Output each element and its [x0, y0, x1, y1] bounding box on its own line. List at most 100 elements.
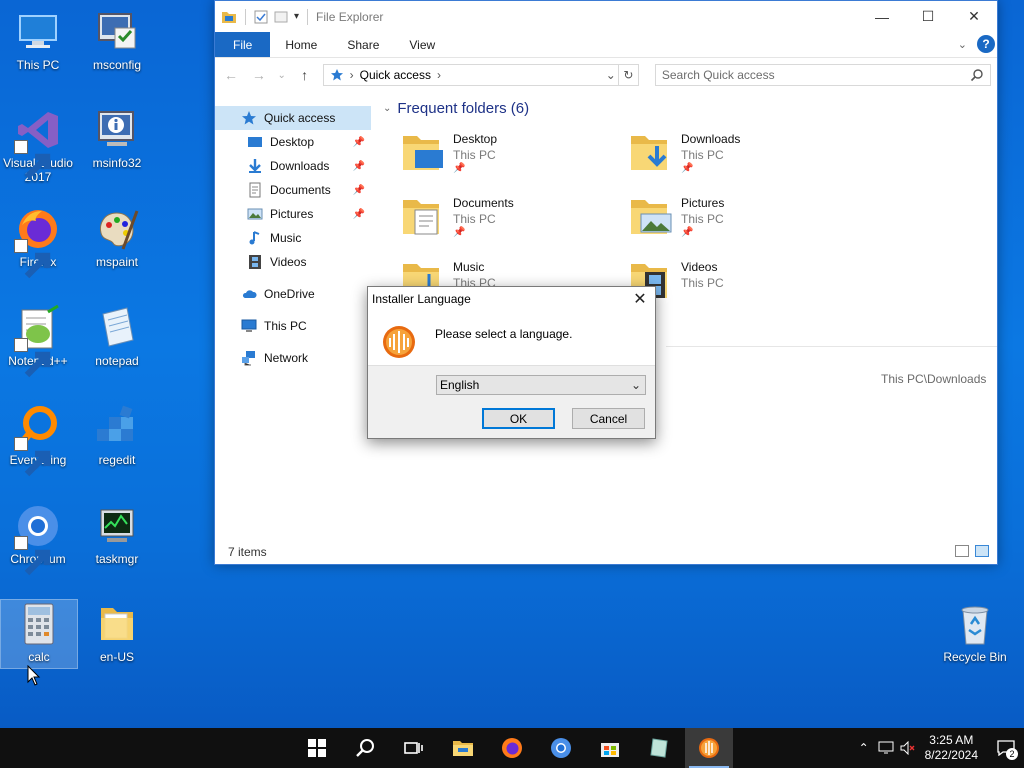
details-view-icon[interactable]: [955, 545, 969, 557]
search-input[interactable]: Search Quick access: [662, 68, 775, 82]
tab-view[interactable]: View: [394, 32, 450, 57]
desktop-icon-regedit[interactable]: regedit: [79, 403, 155, 467]
nav-item-this-pc[interactable]: This PC: [215, 314, 371, 338]
folder-item-pictures[interactable]: Pictures This PC 📌: [629, 194, 849, 250]
desktop-icon-en-us[interactable]: en-US: [79, 600, 155, 664]
ok-button[interactable]: OK: [482, 408, 555, 429]
paint-palette-icon: [93, 205, 141, 253]
app-window-icon: [650, 738, 668, 758]
back-arrow-icon[interactable]: ←: [221, 67, 241, 83]
section-title: Frequent folders (6): [397, 100, 530, 117]
nav-item-pictures[interactable]: Pictures 📌: [215, 202, 371, 226]
address-bar[interactable]: › Quick access › ⌄ ↻: [322, 64, 639, 86]
large-icons-view-icon[interactable]: [975, 545, 989, 557]
desktop-icon-taskmgr[interactable]: taskmgr: [79, 502, 155, 566]
nav-item-onedrive[interactable]: OneDrive: [215, 282, 371, 306]
search-box[interactable]: Search Quick access: [654, 64, 991, 86]
close-button[interactable]: ✕: [951, 1, 997, 32]
tab-file[interactable]: File: [215, 32, 271, 57]
task-view-button[interactable]: [389, 728, 437, 768]
installer-language-dialog[interactable]: Installer Language ✕ Please select a lan…: [367, 286, 656, 439]
up-arrow-icon[interactable]: ↑: [295, 67, 315, 83]
refresh-icon[interactable]: ↻: [617, 65, 638, 85]
section-header[interactable]: ⌄ Frequent folders (6): [383, 100, 997, 117]
cancel-button[interactable]: Cancel: [572, 408, 645, 429]
tab-home[interactable]: Home: [270, 32, 332, 57]
file-explorer-window[interactable]: ▾ File Explorer — ☐ ✕ File Home Share Vi…: [214, 0, 998, 565]
folder-item-documents[interactable]: Documents This PC 📌: [401, 194, 621, 250]
collapse-chevron-icon[interactable]: ⌄: [383, 103, 391, 114]
forward-arrow-icon[interactable]: →: [249, 67, 269, 83]
nav-item-network[interactable]: Network: [215, 346, 371, 370]
desktop-icon-chromium[interactable]: Chromium: [0, 502, 76, 576]
recent-file-path[interactable]: This PC\Downloads: [881, 372, 986, 386]
installer-logo-icon: [383, 326, 415, 358]
address-dropdown-icon[interactable]: ⌄: [606, 68, 616, 82]
shortcut-arrow-icon: [14, 338, 51, 378]
desktop-icon-calc[interactable]: calc: [0, 599, 78, 669]
dialog-title-bar[interactable]: Installer Language ✕: [368, 287, 655, 311]
desktop-icon-notepad[interactable]: notepad: [79, 304, 155, 368]
shortcut-arrow-icon: [14, 239, 51, 279]
nav-item-documents[interactable]: Documents 📌: [215, 178, 371, 202]
action-center-button[interactable]: 2: [988, 728, 1024, 768]
properties-icon[interactable]: [254, 10, 268, 24]
network-status-icon[interactable]: [875, 728, 897, 768]
breadcrumb-chevron-icon[interactable]: ›: [350, 68, 354, 82]
tab-share[interactable]: Share: [332, 32, 394, 57]
taskbar-installer[interactable]: [685, 728, 733, 768]
desktop-icon-mspaint[interactable]: mspaint: [79, 205, 155, 269]
taskbar-clock[interactable]: 3:25 AM 8/22/2024: [925, 733, 978, 763]
pin-icon[interactable]: 📌: [353, 185, 365, 196]
desktop-icon-notepadpp[interactable]: Notepad++: [0, 304, 76, 378]
dialog-close-button[interactable]: ✕: [625, 287, 655, 311]
desktop-icon-visual-studio[interactable]: Visual Studio 2017: [0, 106, 76, 184]
taskbar-file-explorer[interactable]: [439, 728, 487, 768]
desktop-icon-recycle-bin[interactable]: Recycle Bin: [937, 600, 1013, 664]
taskbar-search-button[interactable]: [341, 728, 389, 768]
start-button[interactable]: [293, 728, 341, 768]
pin-icon[interactable]: 📌: [353, 209, 365, 220]
pin-icon[interactable]: 📌: [353, 161, 365, 172]
nav-item-music[interactable]: Music: [215, 226, 371, 250]
ribbon-tabs: File Home Share View ⌄ ?: [215, 32, 997, 58]
desktop-icon-firefox[interactable]: Firefox: [0, 205, 76, 279]
quick-access-toolbar: ▾: [221, 8, 310, 25]
show-hidden-icons-icon[interactable]: ⌃: [853, 728, 875, 768]
chevron-down-icon[interactable]: ⌄: [631, 378, 641, 392]
nav-item-desktop[interactable]: Desktop 📌: [215, 130, 371, 154]
breadcrumb-chevron-icon[interactable]: ›: [437, 68, 441, 82]
expand-ribbon-icon[interactable]: ⌄: [958, 38, 967, 51]
help-icon[interactable]: ?: [977, 35, 995, 53]
desktop-icon-label: This PC: [16, 58, 60, 72]
recent-locations-chevron-icon[interactable]: ⌄: [277, 70, 287, 81]
navigation-bar: ← → ⌄ ↑ › Quick access › ⌄ ↻ Search Quic…: [215, 58, 997, 92]
maximize-button[interactable]: ☐: [905, 1, 951, 32]
desktop-icon-everything[interactable]: Everything: [0, 403, 76, 477]
network-icon: [242, 351, 255, 366]
folder-item-downloads[interactable]: Downloads This PC 📌: [629, 130, 849, 186]
taskbar-app[interactable]: [635, 728, 683, 768]
folder-item-videos[interactable]: Videos This PC: [629, 258, 849, 314]
nav-item-videos[interactable]: Videos: [215, 250, 371, 274]
dialog-header: Please select a language.: [368, 311, 655, 366]
breadcrumb-quick-access[interactable]: Quick access: [360, 68, 431, 82]
volume-muted-icon[interactable]: [897, 728, 919, 768]
shortcut-arrow-icon: [14, 437, 51, 477]
desktop-icon-this-pc[interactable]: This PC: [0, 8, 76, 72]
title-bar[interactable]: ▾ File Explorer — ☐ ✕: [215, 1, 997, 32]
folder-item-desktop[interactable]: Desktop This PC 📌: [401, 130, 621, 186]
taskbar-chromium[interactable]: [537, 728, 585, 768]
pin-icon[interactable]: 📌: [353, 137, 365, 148]
minimize-button[interactable]: —: [859, 1, 905, 32]
new-folder-icon[interactable]: [274, 10, 288, 24]
customize-quick-access-icon[interactable]: ▾: [294, 11, 299, 22]
desktop-icon-msinfo32[interactable]: msinfo32: [79, 106, 155, 170]
nav-item-downloads[interactable]: Downloads 📌: [215, 154, 371, 178]
taskbar-store[interactable]: [586, 728, 634, 768]
desktop-icon-msconfig[interactable]: msconfig: [79, 8, 155, 72]
registry-editor-icon: [93, 403, 141, 451]
language-select[interactable]: English ⌄: [436, 375, 646, 395]
nav-item-quick-access[interactable]: Quick access: [215, 106, 371, 130]
taskbar-firefox[interactable]: [488, 728, 536, 768]
